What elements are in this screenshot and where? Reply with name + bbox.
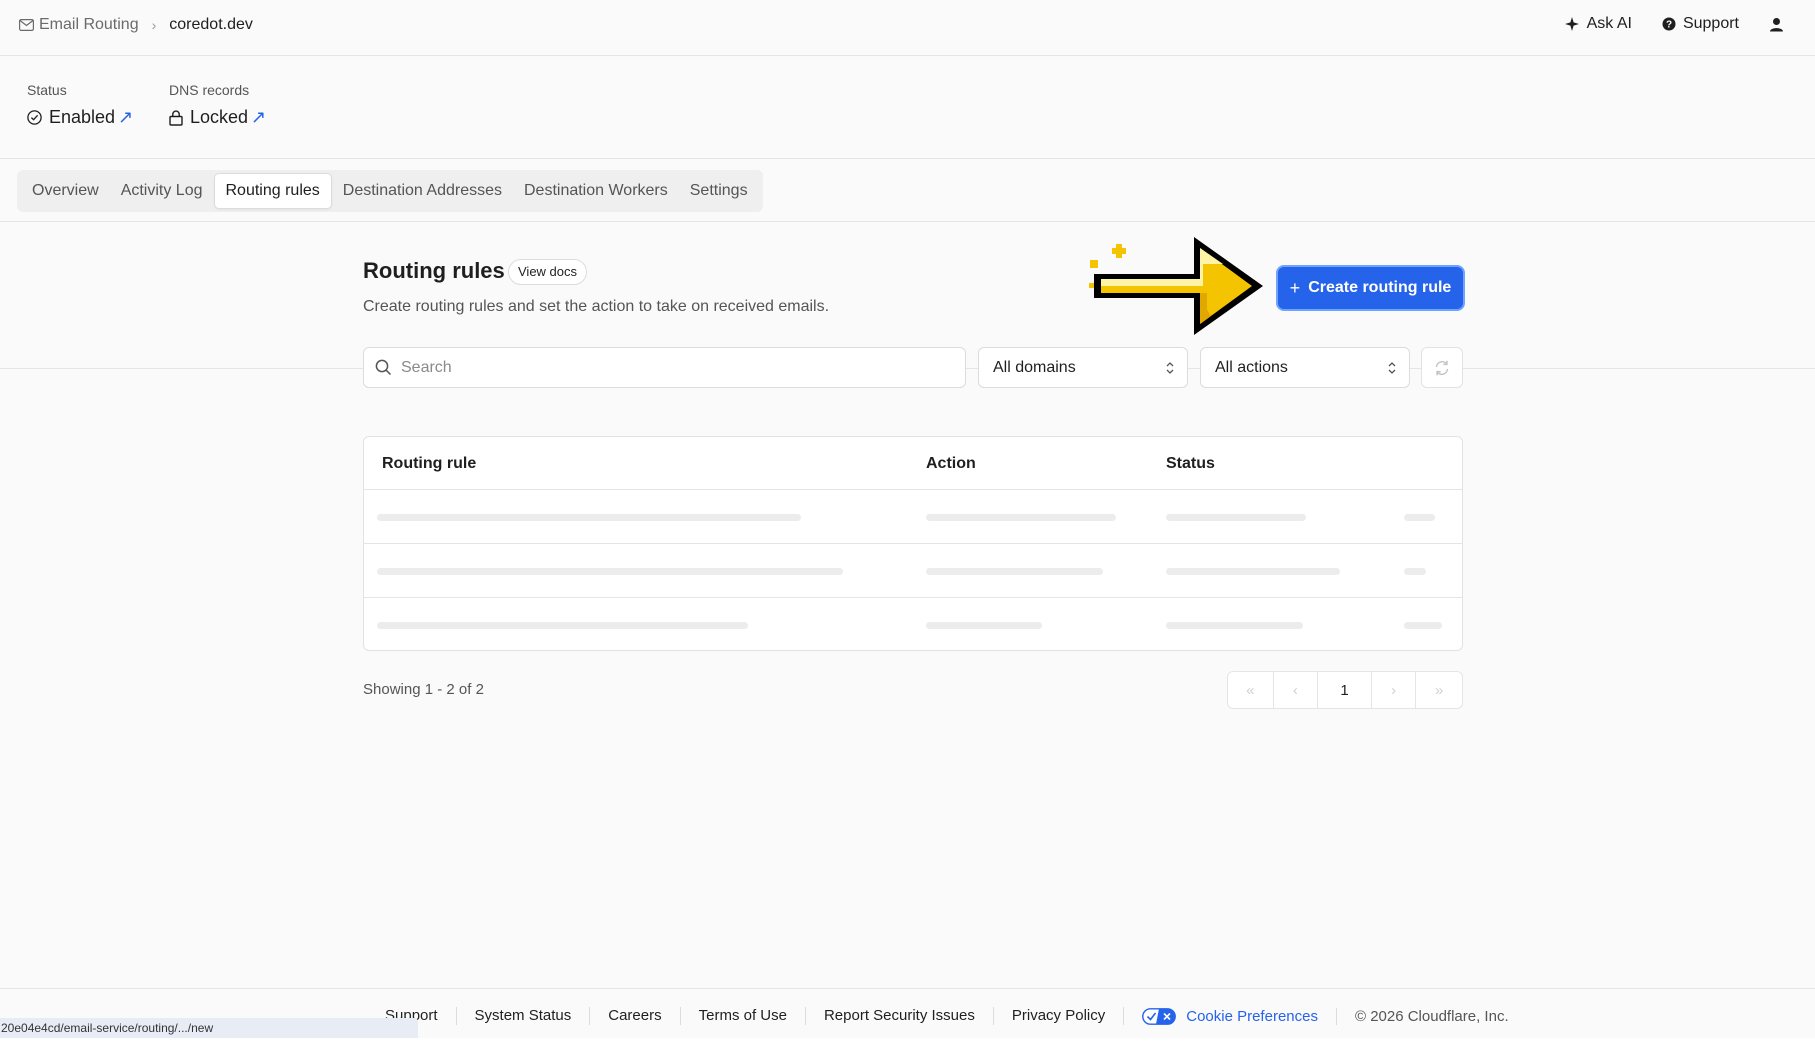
column-header-action: Action	[926, 455, 976, 472]
skeleton-placeholder	[377, 622, 748, 629]
skeleton-placeholder	[377, 514, 801, 521]
bottom-strip	[0, 1038, 1815, 1047]
page-description: Create routing rules and set the action …	[363, 298, 830, 315]
skeleton-placeholder	[377, 568, 843, 575]
status-label: Status	[27, 82, 67, 98]
skeleton-placeholder	[1404, 514, 1435, 521]
table-row-loading	[364, 490, 1462, 544]
status-summary: Status Enabled ↗ DNS records Locked ↗	[0, 57, 1815, 159]
status-enabled-link[interactable]: Enabled ↗	[27, 107, 133, 128]
mail-icon	[19, 19, 34, 31]
ask-ai-button[interactable]: Ask AI	[1564, 15, 1632, 33]
external-link-icon: ↗	[251, 107, 267, 127]
actions-select-value: All actions	[1215, 358, 1288, 376]
dns-records-label: DNS records	[169, 82, 250, 98]
pointer-arrow-icon	[1089, 237, 1263, 335]
next-page-icon[interactable]: ›	[1372, 672, 1417, 708]
cookie-preferences-label: Cookie Preferences	[1186, 1007, 1318, 1025]
page-title: Routing rules	[363, 258, 505, 283]
footer-link-terms-of-use[interactable]: Terms of Use	[681, 1007, 806, 1025]
footer-link-report-security-issues[interactable]: Report Security Issues	[806, 1007, 994, 1025]
skeleton-placeholder	[926, 622, 1042, 629]
dns-locked-link[interactable]: Locked ↗	[169, 107, 266, 128]
svg-text:?: ?	[1666, 20, 1672, 31]
cookie-preferences-link[interactable]: Cookie Preferences	[1124, 1007, 1337, 1025]
pagination-summary: Showing 1 - 2 of 2	[363, 681, 484, 698]
view-docs-button[interactable]: View docs	[508, 259, 588, 285]
footer-links: Support System Status Careers Terms of U…	[385, 1007, 1509, 1025]
user-icon	[1770, 17, 1783, 31]
page-number-button[interactable]: 1	[1318, 672, 1372, 708]
skeleton-placeholder	[926, 514, 1116, 521]
search-input[interactable]	[401, 358, 941, 377]
skeleton-placeholder	[1166, 622, 1303, 629]
footer-link-system-status[interactable]: System Status	[457, 1007, 591, 1025]
skeleton-placeholder	[1166, 568, 1340, 575]
tab-routing-rules[interactable]: Routing rules	[213, 173, 332, 209]
tab-destination-addresses[interactable]: Destination Addresses	[332, 173, 513, 209]
status-block: Status Enabled ↗	[27, 82, 133, 128]
breadcrumb-email-routing[interactable]: Email Routing	[19, 16, 139, 34]
breadcrumb: Email Routing › coredot.dev	[19, 16, 253, 34]
plus-icon: +	[1289, 277, 1301, 298]
actions-select[interactable]: All actions	[1200, 347, 1410, 388]
pagination: « ‹ 1 › »	[1227, 671, 1463, 709]
last-page-icon[interactable]: »	[1416, 672, 1462, 708]
dns-records-value: Locked	[190, 107, 249, 127]
domains-select-value: All domains	[993, 358, 1076, 376]
browser-status-url: 20e04e4cd/email-service/routing/.../new	[0, 1018, 418, 1038]
table-row-loading	[364, 598, 1462, 650]
privacy-toggle-icon	[1142, 1007, 1177, 1025]
help-circle-icon: ?	[1662, 17, 1676, 31]
sparkle-icon	[1564, 17, 1579, 31]
dns-records-block: DNS records Locked ↗	[169, 82, 266, 128]
column-header-status: Status	[1166, 455, 1215, 472]
tab-settings[interactable]: Settings	[679, 173, 759, 209]
tab-bar: Overview Activity Log Routing rules Dest…	[17, 170, 763, 212]
create-routing-rule-label: Create routing rule	[1308, 279, 1452, 296]
footer-link-careers[interactable]: Careers	[590, 1007, 681, 1025]
breadcrumb-parent-label: Email Routing	[39, 16, 139, 33]
header-actions: Ask AI ? Support	[1534, 15, 1791, 33]
skeleton-placeholder	[1404, 568, 1426, 575]
refresh-icon	[1435, 360, 1449, 375]
first-page-icon[interactable]: «	[1228, 672, 1274, 708]
chevron-up-down-icon	[1388, 361, 1396, 374]
chevron-right-icon: ›	[151, 17, 157, 33]
search-field[interactable]	[363, 347, 966, 388]
top-bar: Email Routing › coredot.dev Ask AI ? Sup…	[0, 0, 1815, 56]
divider	[0, 221, 1815, 222]
table-header: Routing rule Action Status	[364, 437, 1462, 490]
breadcrumb-current[interactable]: coredot.dev	[169, 16, 253, 34]
tab-destination-workers[interactable]: Destination Workers	[513, 173, 679, 209]
tab-overview[interactable]: Overview	[21, 173, 110, 209]
domains-select[interactable]: All domains	[978, 347, 1188, 388]
support-label: Support	[1682, 15, 1739, 32]
tab-activity-log[interactable]: Activity Log	[110, 173, 214, 209]
create-routing-rule-button[interactable]: + Create routing rule	[1278, 267, 1463, 309]
skeleton-placeholder	[926, 568, 1103, 575]
previous-page-icon[interactable]: ‹	[1274, 672, 1319, 708]
user-menu-button[interactable]	[1769, 17, 1791, 32]
search-icon	[375, 359, 392, 376]
lock-icon	[169, 109, 183, 126]
check-circle-icon	[27, 110, 42, 125]
ask-ai-label: Ask AI	[1586, 15, 1632, 32]
support-button[interactable]: ? Support	[1662, 15, 1739, 33]
status-value: Enabled	[49, 107, 116, 127]
skeleton-placeholder	[1166, 514, 1306, 521]
footer-link-privacy-policy[interactable]: Privacy Policy	[994, 1007, 1125, 1025]
table-row-loading	[364, 544, 1462, 598]
chevron-up-down-icon	[1166, 361, 1174, 374]
routing-rules-table: Routing rule Action Status	[363, 436, 1463, 651]
copyright: © 2026 Cloudflare, Inc.	[1354, 1007, 1509, 1025]
refresh-button[interactable]	[1421, 347, 1463, 388]
external-link-icon: ↗	[118, 107, 134, 127]
column-header-routing-rule: Routing rule	[382, 455, 477, 472]
skeleton-placeholder	[1404, 622, 1442, 629]
